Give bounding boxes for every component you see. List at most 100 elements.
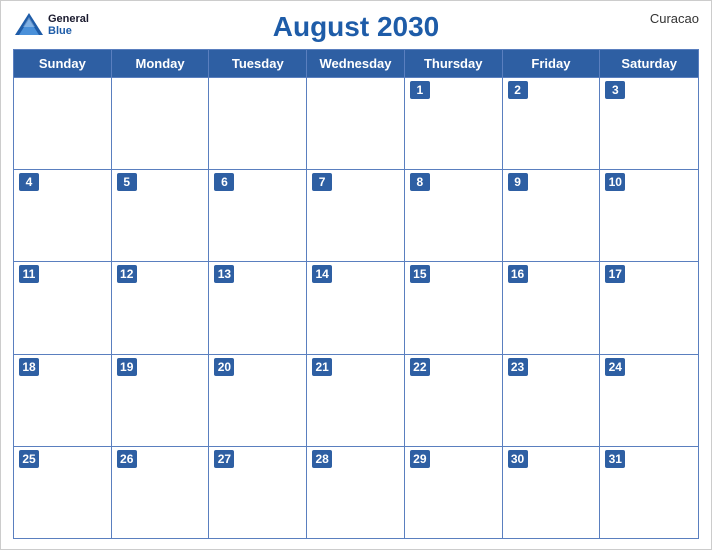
week-5: 25262728293031	[14, 446, 698, 538]
day-number: 8	[410, 173, 430, 191]
cell-w1-d3	[209, 78, 307, 169]
calendar-weeks: 1234567891011121314151617181920212223242…	[14, 77, 698, 538]
cell-content	[214, 378, 301, 443]
header-sunday: Sunday	[14, 50, 112, 77]
cell-content	[19, 193, 106, 258]
day-number: 17	[605, 265, 625, 283]
cell-content	[312, 193, 399, 258]
header-tuesday: Tuesday	[209, 50, 307, 77]
day-number: 2	[508, 81, 528, 99]
day-number: 4	[19, 173, 39, 191]
cell-w1-d7: 3	[600, 78, 698, 169]
day-number: 19	[117, 358, 137, 376]
cell-w5-d2: 26	[112, 447, 210, 538]
cell-content	[117, 378, 204, 443]
cell-w5-d3: 27	[209, 447, 307, 538]
cell-w3-d1: 11	[14, 262, 112, 353]
cell-content	[312, 285, 399, 350]
cell-w4-d4: 21	[307, 355, 405, 446]
cell-w4-d3: 20	[209, 355, 307, 446]
cell-content	[117, 285, 204, 350]
calendar-title: August 2030	[273, 11, 440, 43]
cell-content	[508, 285, 595, 350]
cell-w4-d6: 23	[503, 355, 601, 446]
cell-w5-d7: 31	[600, 447, 698, 538]
cell-w3-d3: 13	[209, 262, 307, 353]
calendar-container: General Blue August 2030 Curacao Sunday …	[0, 0, 712, 550]
calendar-grid: Sunday Monday Tuesday Wednesday Thursday…	[13, 49, 699, 539]
cell-w1-d2	[112, 78, 210, 169]
cell-w4-d5: 22	[405, 355, 503, 446]
cell-w3-d6: 16	[503, 262, 601, 353]
cell-content	[508, 470, 595, 535]
cell-w3-d7: 17	[600, 262, 698, 353]
cell-content	[410, 285, 497, 350]
cell-content	[312, 470, 399, 535]
cell-w1-d5: 1	[405, 78, 503, 169]
day-number: 6	[214, 173, 234, 191]
cell-content	[605, 285, 693, 350]
cell-w2-d2: 5	[112, 170, 210, 261]
cell-content	[312, 378, 399, 443]
cell-content	[312, 81, 399, 166]
day-number: 3	[605, 81, 625, 99]
cell-w2-d3: 6	[209, 170, 307, 261]
cell-content	[214, 81, 301, 166]
day-number: 1	[410, 81, 430, 99]
cell-content	[605, 470, 693, 535]
cell-w5-d6: 30	[503, 447, 601, 538]
day-number: 20	[214, 358, 234, 376]
day-headers-row: Sunday Monday Tuesday Wednesday Thursday…	[14, 50, 698, 77]
day-number: 14	[312, 265, 332, 283]
day-number: 27	[214, 450, 234, 468]
day-number: 7	[312, 173, 332, 191]
cell-content	[19, 470, 106, 535]
header-saturday: Saturday	[600, 50, 698, 77]
cell-content	[117, 81, 204, 166]
cell-content	[19, 81, 106, 166]
cell-content	[410, 101, 497, 166]
cell-content	[605, 101, 693, 166]
header-monday: Monday	[112, 50, 210, 77]
day-number: 24	[605, 358, 625, 376]
cell-w4-d7: 24	[600, 355, 698, 446]
header-wednesday: Wednesday	[307, 50, 405, 77]
header-thursday: Thursday	[405, 50, 503, 77]
day-number: 13	[214, 265, 234, 283]
cell-content	[214, 470, 301, 535]
logo-text-block: General Blue	[48, 13, 89, 37]
day-number: 12	[117, 265, 137, 283]
cell-w5-d4: 28	[307, 447, 405, 538]
day-number: 31	[605, 450, 625, 468]
cell-content	[410, 193, 497, 258]
logo-wrapper: General Blue	[13, 11, 89, 39]
cell-content	[117, 470, 204, 535]
cell-w2-d1: 4	[14, 170, 112, 261]
cell-content	[508, 101, 595, 166]
cell-w2-d6: 9	[503, 170, 601, 261]
cell-content	[214, 285, 301, 350]
logo-icon	[13, 11, 45, 39]
cell-w3-d5: 15	[405, 262, 503, 353]
cell-content	[214, 193, 301, 258]
day-number: 23	[508, 358, 528, 376]
calendar-header: General Blue August 2030 Curacao	[13, 11, 699, 43]
day-number: 28	[312, 450, 332, 468]
cell-w2-d7: 10	[600, 170, 698, 261]
cell-content	[508, 193, 595, 258]
cell-content	[117, 193, 204, 258]
day-number: 21	[312, 358, 332, 376]
cell-w4-d1: 18	[14, 355, 112, 446]
day-number: 15	[410, 265, 430, 283]
cell-w1-d1	[14, 78, 112, 169]
cell-content	[605, 193, 693, 258]
week-3: 11 12 13 14 15 1617	[14, 261, 698, 353]
cell-content	[410, 470, 497, 535]
logo-general-text: General	[48, 13, 89, 25]
cell-content	[508, 378, 595, 443]
day-number: 22	[410, 358, 430, 376]
cell-content	[19, 285, 106, 350]
cell-w2-d4: 7	[307, 170, 405, 261]
week-4: 18 19 20 21 22 23 24	[14, 354, 698, 446]
cell-w2-d5: 8	[405, 170, 503, 261]
